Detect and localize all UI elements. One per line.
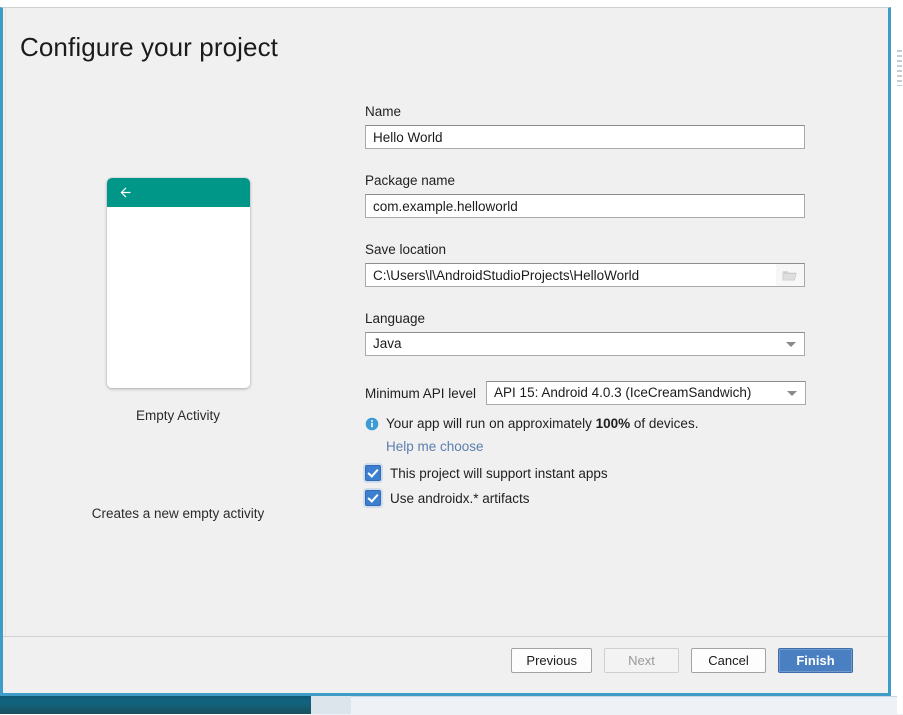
cancel-button[interactable]: Cancel xyxy=(691,648,766,673)
coverage-percent: 100% xyxy=(595,416,631,431)
field-package-name: Package name xyxy=(365,173,807,218)
field-language: Language Java xyxy=(365,311,807,356)
language-select[interactable]: Java xyxy=(365,332,805,356)
chevron-down-icon xyxy=(787,391,798,396)
info-icon xyxy=(365,417,379,431)
name-input[interactable] xyxy=(365,125,805,149)
field-save-location: Save location xyxy=(365,242,807,287)
help-me-choose-link[interactable]: Help me choose xyxy=(386,439,484,454)
checkbox-row-androidx[interactable]: Use androidx.* artifacts xyxy=(365,490,807,506)
save-location-label: Save location xyxy=(365,242,447,257)
configure-project-dialog: Configure your project Empty Activity Cr… xyxy=(0,7,891,696)
project-form: Name Package name Save location xyxy=(365,104,807,506)
field-name: Name xyxy=(365,104,807,149)
instant-apps-checkbox[interactable] xyxy=(365,465,381,481)
folder-open-icon xyxy=(782,270,797,280)
androidx-label[interactable]: Use androidx.* artifacts xyxy=(390,491,530,506)
coverage-text-before: Your app will run on approximately xyxy=(386,416,596,431)
background-right-sliver xyxy=(897,0,903,714)
language-selected-value: Java xyxy=(373,336,402,351)
name-input-wrap xyxy=(365,125,805,149)
save-location-input[interactable] xyxy=(365,263,805,287)
browse-folder-button[interactable] xyxy=(776,264,804,286)
template-thumbnail[interactable] xyxy=(106,178,250,388)
footer-button-group: Previous Next Cancel Finish xyxy=(511,648,853,673)
finish-button[interactable]: Finish xyxy=(778,648,853,673)
page-title: Configure your project xyxy=(20,32,278,62)
previous-button[interactable]: Previous xyxy=(511,648,592,673)
package-name-input-wrap xyxy=(365,194,805,218)
field-minimum-api-level: Minimum API level API 15: Android 4.0.3 … xyxy=(365,381,807,405)
next-button: Next xyxy=(604,648,679,673)
template-name-label: Empty Activity xyxy=(135,408,221,423)
thumbnail-appbar xyxy=(106,178,250,207)
checkbox-row-instant-apps[interactable]: This project will support instant apps xyxy=(365,465,807,481)
package-name-label: Package name xyxy=(365,173,456,188)
template-description: Creates a new empty activity xyxy=(91,506,265,521)
background-window-tile xyxy=(311,696,351,714)
desktop-wallpaper xyxy=(0,696,311,714)
device-coverage-text: Your app will run on approximately 100% … xyxy=(386,415,698,432)
template-preview-panel: Empty Activity Creates a new empty activ… xyxy=(3,178,353,521)
background-right-text xyxy=(897,50,902,86)
minimum-api-level-selected-value: API 15: Android 4.0.3 (IceCreamSandwich) xyxy=(494,385,752,400)
minimum-api-level-select[interactable]: API 15: Android 4.0.3 (IceCreamSandwich) xyxy=(486,381,807,405)
arrow-back-icon xyxy=(120,187,130,198)
language-label: Language xyxy=(365,311,426,326)
background-window-strip xyxy=(311,696,903,715)
coverage-text-after: of devices. xyxy=(630,416,699,431)
instant-apps-label[interactable]: This project will support instant apps xyxy=(390,466,608,481)
save-location-input-wrap xyxy=(365,263,805,287)
dialog-footer: Previous Next Cancel Finish xyxy=(3,636,888,693)
thumbnail-body xyxy=(106,207,250,388)
dialog-content: Configure your project Empty Activity Cr… xyxy=(3,8,888,693)
chevron-down-icon xyxy=(786,342,796,347)
name-label: Name xyxy=(365,104,402,119)
androidx-checkbox[interactable] xyxy=(365,490,381,506)
package-name-input[interactable] xyxy=(365,194,805,218)
device-coverage-info: Your app will run on approximately 100% … xyxy=(365,415,807,432)
minimum-api-level-label: Minimum API level xyxy=(365,385,477,401)
